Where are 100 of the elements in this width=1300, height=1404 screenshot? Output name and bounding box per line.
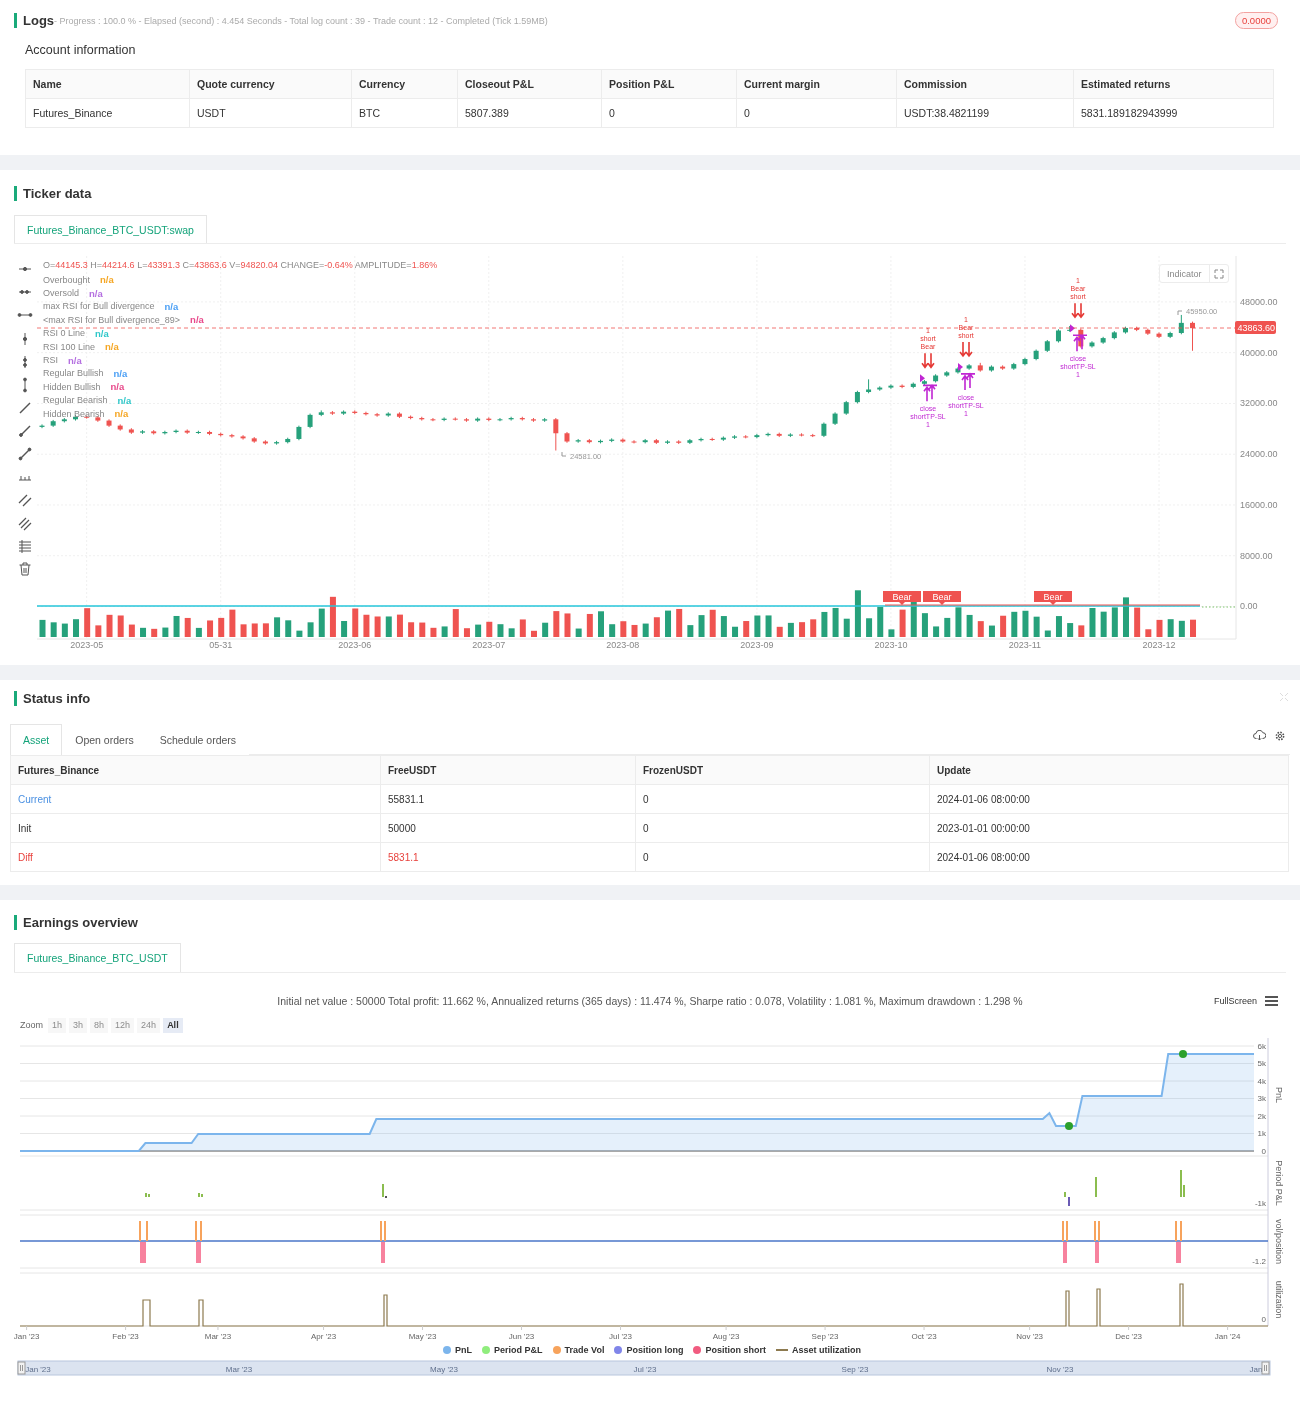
price-axis-label: 24000.00: [1240, 449, 1278, 460]
table-cell: USDT: [189, 98, 352, 128]
summary-text: Initial net value : 50000 Total profit: 11.662 %, Annualized returns (365 days) : 11.474 %, Sharpe ratio : 0.078, Volatility : 1.081 %, Maximum drawdown : 1.298 %: [277, 995, 1023, 1007]
subsection-title: Account information: [25, 43, 136, 57]
axis-title: Period P&L: [1274, 1160, 1284, 1206]
legend-item[interactable]: Position short: [693, 1345, 766, 1355]
x-axis-label: Nov '23: [1016, 1332, 1044, 1341]
table-cell: Init: [10, 813, 381, 843]
candlestick: [240, 434, 246, 441]
table-cell: 5831.189182943999: [1073, 98, 1274, 128]
zoom-button[interactable]: All: [163, 1017, 183, 1033]
date-axis-label: 2023-12: [1142, 640, 1176, 650]
legend-item[interactable]: Trade Vol: [552, 1345, 605, 1355]
indicator-label: RSI 0 Line: [43, 328, 86, 339]
date-axis-label: 2023-07: [472, 640, 506, 650]
legend-item[interactable]: PnL: [443, 1345, 473, 1355]
last-price-tag: 43863.60: [1235, 321, 1276, 334]
axis-title: utilization: [1274, 1280, 1284, 1319]
indicator-value: n/a: [117, 394, 132, 406]
pane-axis-label: -1.2: [1252, 1257, 1266, 1266]
legend-item[interactable]: Position long: [614, 1345, 684, 1355]
indicator-label: Regular Bearish: [43, 395, 108, 406]
price-axis-label: 0.00: [1240, 601, 1258, 612]
navigator-label: Jan: [1249, 1364, 1263, 1374]
date-axis-label: 2023-05: [70, 640, 104, 650]
table-cell: 2023-01-01 00:00:00: [929, 813, 1289, 843]
price-axis-label: 48000.00: [1240, 296, 1278, 307]
indicator-label: Oversold: [43, 288, 79, 299]
table-cell: 0: [736, 98, 897, 128]
section-title: Ticker data: [23, 186, 92, 201]
navigator-label: May '23: [430, 1364, 458, 1374]
y-axis-label: 2k: [1257, 1111, 1266, 1121]
indicator-value: n/a: [95, 327, 109, 339]
price-axis-label: 8000.00: [1240, 550, 1273, 561]
date-axis-label: 2023-09: [740, 640, 774, 650]
column-header: FreeUSDT: [380, 755, 636, 785]
pane-axis-label: -1k: [1254, 1199, 1266, 1208]
date-axis-label: 2023-10: [874, 640, 908, 650]
indicator-value: n/a: [100, 274, 114, 286]
price-axis-label: 16000.00: [1240, 499, 1278, 510]
bear-label: Bear: [883, 591, 921, 605]
table-cell: Diff: [10, 842, 381, 872]
navigator-label: Sep '23: [841, 1364, 869, 1374]
column-header: Futures_Binance: [10, 755, 381, 785]
indicator-value: n/a: [113, 367, 128, 379]
candlestick: [497, 417, 503, 422]
candlestick: [430, 417, 436, 422]
y-axis-label: 3k: [1257, 1094, 1266, 1104]
table-cell: 0: [635, 813, 930, 843]
x-axis-label: Mar '23: [204, 1332, 232, 1341]
column-header: Estimated returns: [1073, 69, 1274, 99]
bear-label: Bear: [1034, 591, 1072, 605]
x-axis-label: Apr '23: [311, 1332, 337, 1341]
table-cell: 2024-01-06 08:00:00: [929, 784, 1289, 814]
candlestick: [631, 439, 637, 444]
profit-badge: 0.0000: [1234, 12, 1278, 29]
x-axis-label: Dec '23: [1115, 1332, 1143, 1341]
column-header: Quote currency: [189, 69, 352, 99]
axis-title: PnL: [1274, 1087, 1284, 1103]
zoom-label: Zoom: [20, 1020, 43, 1030]
candlestick: [553, 417, 559, 452]
legend-item[interactable]: Period P&L: [482, 1345, 543, 1355]
legend-item[interactable]: Asset utilization: [775, 1345, 861, 1355]
table-cell: 0: [635, 842, 930, 872]
column-header: FrozenUSDT: [635, 755, 930, 785]
section-title: Earnings overview: [23, 915, 138, 930]
x-axis-label: Jan '23: [13, 1332, 40, 1341]
date-axis-label: 05-31: [209, 640, 233, 650]
indicator-value: n/a: [114, 408, 129, 420]
column-header: Position P&L: [601, 69, 737, 99]
pane-axis-label: 0: [1261, 1315, 1266, 1324]
navigator-label: Mar '23: [225, 1364, 253, 1374]
fullscreen-button[interactable]: FullScreen: [1213, 996, 1257, 1006]
x-axis-label: Jul '23: [609, 1332, 632, 1341]
price-axis-label: 32000.00: [1240, 398, 1278, 409]
table-cell: 55831.1: [380, 784, 636, 814]
indicator-label: <max RSI for Bull divergence_89>: [43, 314, 181, 325]
column-header: Current margin: [736, 69, 897, 99]
x-axis-label: Sep '23: [811, 1332, 839, 1341]
price-axis-label: 40000.00: [1240, 347, 1278, 358]
table-cell: 0: [635, 784, 930, 814]
indicator-label: Hidden Bearish: [43, 408, 105, 419]
column-header: Currency: [351, 69, 458, 99]
date-axis-label: 2023-11: [1008, 640, 1042, 650]
table-cell: USDT:38.4821199: [896, 98, 1074, 128]
y-axis-label: 4k: [1257, 1076, 1266, 1086]
navigator-label: Nov '23: [1046, 1364, 1074, 1374]
y-axis-label: 0: [1261, 1146, 1266, 1156]
indicator-label: RSI 100 Line: [43, 341, 96, 352]
progress-text: - Progress : 100.0 % - Elapsed (second) : 4.454 Seconds - Total log count : 39 - Trade count : 12 - Completed (Tick 1.59MB): [54, 15, 548, 26]
y-axis-label: 1k: [1257, 1129, 1266, 1139]
table-cell: 2024-01-06 08:00:00: [929, 842, 1289, 872]
date-axis-label: 2023-08: [606, 640, 640, 650]
table-cell: Current: [10, 784, 381, 814]
axis-title: vol/position: [1274, 1219, 1284, 1264]
candlestick: [452, 416, 458, 422]
column-header: Name: [25, 69, 190, 99]
navigator-label: Jul '23: [633, 1364, 657, 1374]
indicator-value: n/a: [110, 381, 125, 393]
date-axis-label: 2023-06: [338, 640, 372, 650]
